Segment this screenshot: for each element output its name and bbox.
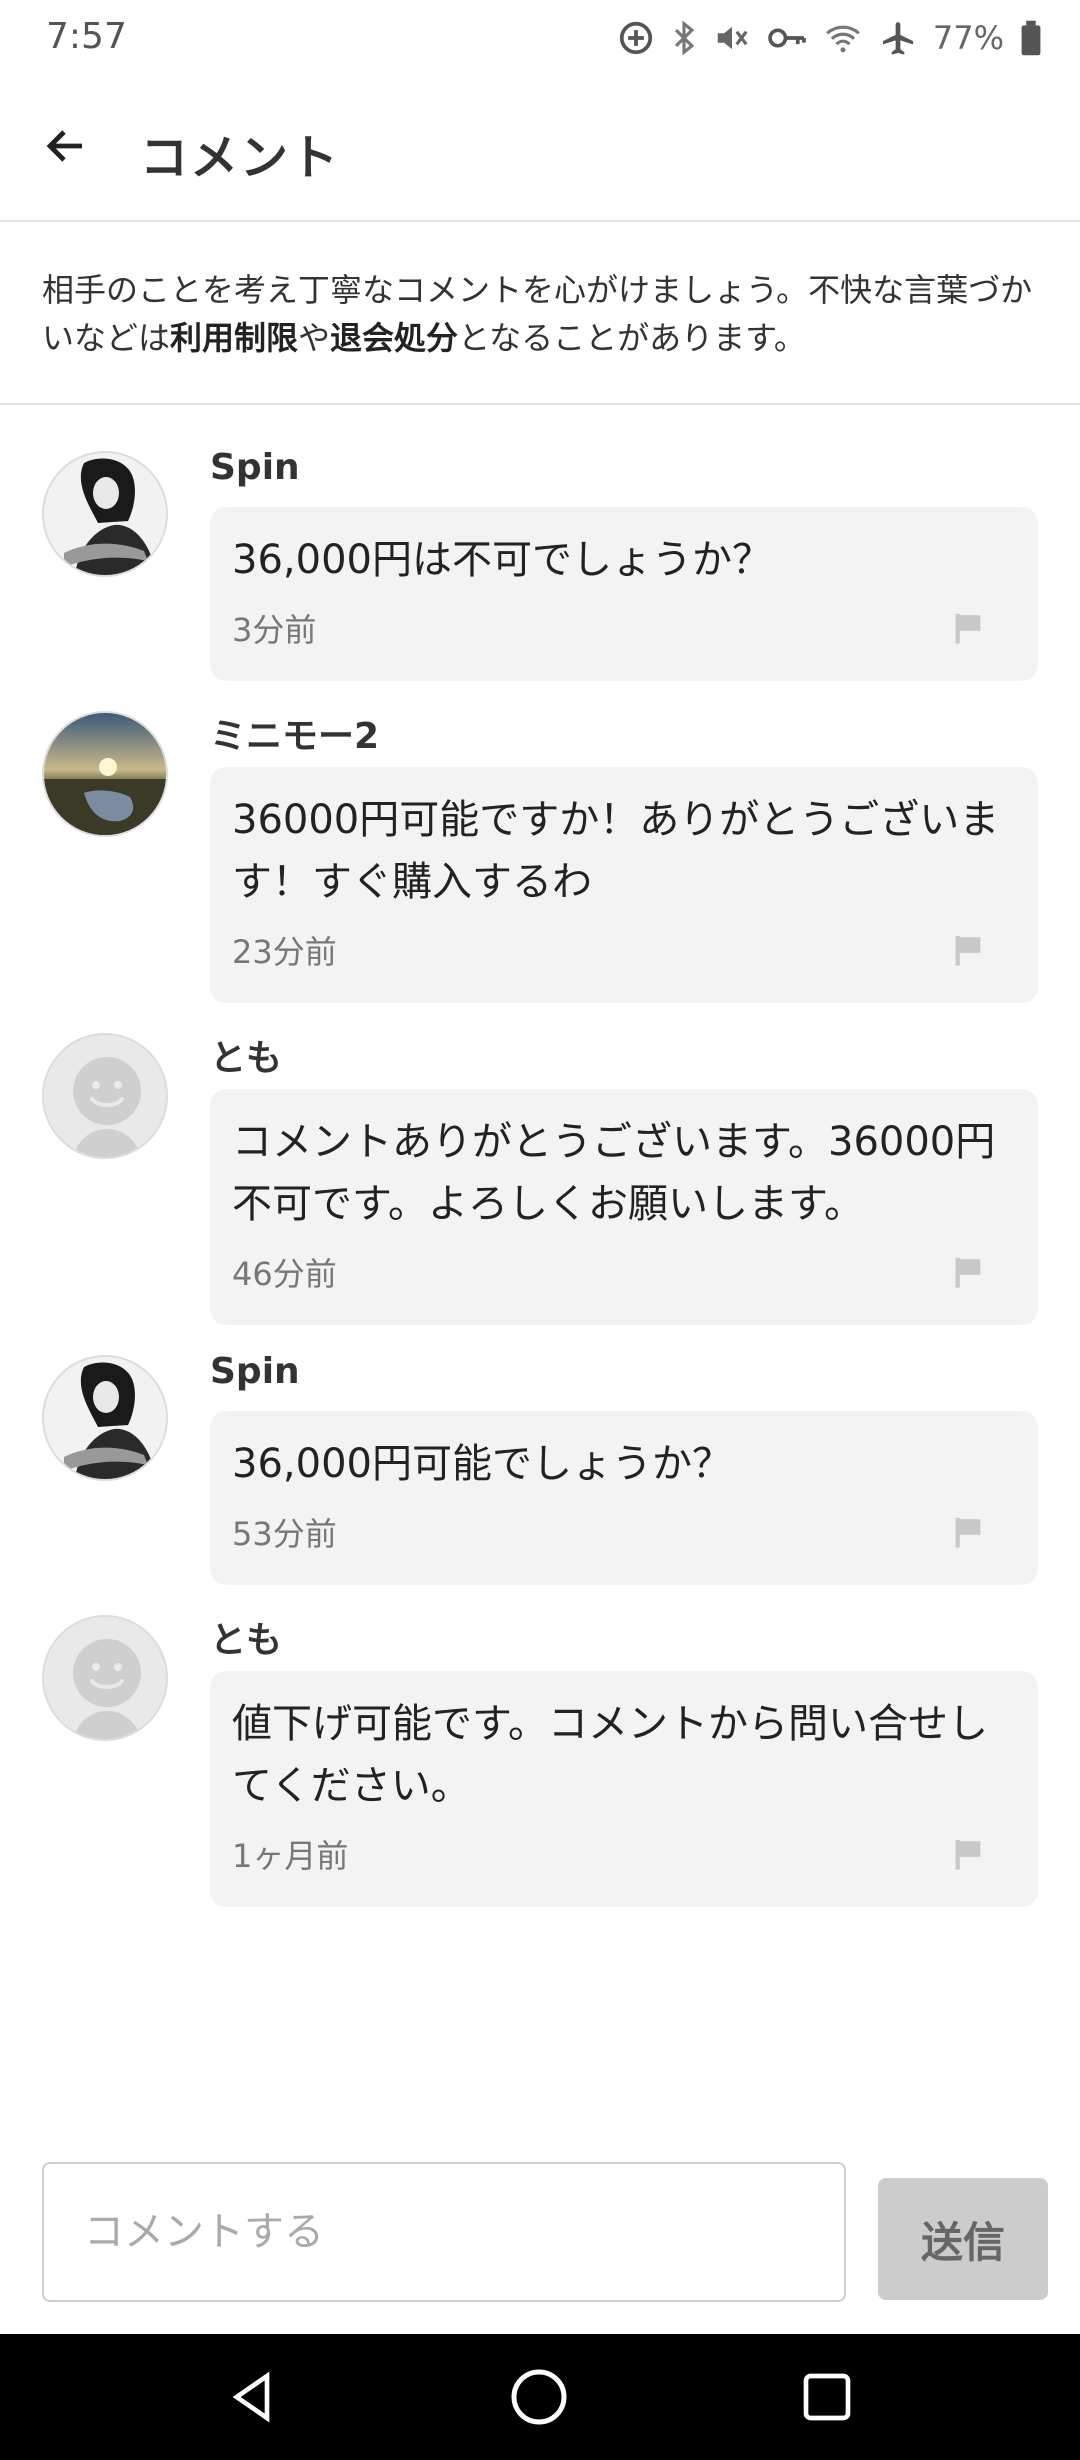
person-photo-icon xyxy=(44,453,166,575)
report-flag-icon[interactable] xyxy=(952,1837,986,1871)
comment-bubble: 36000円可能ですか！ありがとうございます！すぐ購入するわ 23分前 xyxy=(210,767,1038,1003)
avatar[interactable] xyxy=(42,711,168,837)
app-header: コメント xyxy=(0,78,1080,222)
nav-recents-button[interactable] xyxy=(794,2364,860,2430)
nav-home-button[interactable] xyxy=(506,2364,572,2430)
notice-bold-account-termination: 退会処分 xyxy=(330,319,459,357)
status-icons: 77% xyxy=(617,14,1042,62)
wifi-icon xyxy=(825,25,860,53)
comment-username[interactable]: とも xyxy=(210,1029,282,1081)
comment-time: 3分前 xyxy=(232,611,317,649)
report-flag-icon[interactable] xyxy=(952,611,986,645)
status-time: 7:57 xyxy=(46,16,127,57)
comment-time: 1ヶ月前 xyxy=(232,1837,349,1875)
comment-text: コメントありがとうございます。36000円不可です。よろしくお願いします。 xyxy=(232,1119,996,1227)
comment-text: 36,000円は不可でしょうか？ xyxy=(232,537,772,583)
comment-username[interactable]: とも xyxy=(210,1611,282,1663)
notice-text-2: や xyxy=(298,319,331,357)
avatar[interactable] xyxy=(42,1033,168,1159)
data-saver-icon xyxy=(619,21,653,55)
system-navigation-bar xyxy=(0,2334,1080,2460)
person-photo-icon xyxy=(44,1357,166,1479)
battery-percent: 77% xyxy=(932,19,1004,57)
comment-text: 値下げ可能です。コメントから問い合せしてください。 xyxy=(232,1701,988,1809)
report-flag-icon[interactable] xyxy=(952,933,986,967)
back-triangle-icon xyxy=(232,2371,270,2423)
comment-input[interactable] xyxy=(42,2162,846,2302)
recents-square-icon xyxy=(803,2373,851,2421)
comment-bubble: 値下げ可能です。コメントから問い合せしてください。 1ヶ月前 xyxy=(210,1671,1038,1907)
nav-back-button[interactable] xyxy=(220,2364,286,2430)
home-circle-icon xyxy=(511,2369,567,2425)
sunset-photo-icon xyxy=(44,713,166,835)
comment-username[interactable]: Spin xyxy=(210,1351,300,1392)
battery-icon xyxy=(1021,20,1041,56)
notice-text-3: となることがあります。 xyxy=(458,319,806,357)
bluetooth-icon xyxy=(674,20,695,56)
back-button[interactable] xyxy=(36,116,96,176)
comment-time: 46分前 xyxy=(232,1255,337,1293)
comment-time: 53分前 xyxy=(232,1515,337,1553)
comment-text: 36,000円可能でしょうか？ xyxy=(232,1441,732,1487)
arrow-left-icon xyxy=(46,130,82,162)
comment-time: 23分前 xyxy=(232,933,337,971)
avatar[interactable] xyxy=(42,1615,168,1741)
avatar[interactable] xyxy=(42,1355,168,1481)
comment-username[interactable]: ミニモー2 xyxy=(210,707,379,759)
status-bar: 7:57 77% xyxy=(0,0,1080,78)
comment-guideline-notice: 相手のことを考え丁寧なコメントを心がけましょう。不快な言葉づかいなどは利用制限や… xyxy=(0,222,1080,405)
report-flag-icon[interactable] xyxy=(952,1255,986,1289)
comment-compose-bar: 送信 xyxy=(0,2158,1080,2304)
comment-bubble: 36,000円は不可でしょうか？ 3分前 xyxy=(210,507,1038,681)
default-avatar-icon xyxy=(44,1617,166,1739)
comment-bubble: コメントありがとうございます。36000円不可です。よろしくお願いします。 46… xyxy=(210,1089,1038,1325)
comment-text: 36000円可能ですか！ありがとうございます！すぐ購入するわ xyxy=(232,797,1000,905)
comment-username[interactable]: Spin xyxy=(210,447,300,488)
avatar[interactable] xyxy=(42,451,168,577)
report-flag-icon[interactable] xyxy=(952,1515,986,1549)
airplane-icon xyxy=(882,22,913,55)
default-avatar-icon xyxy=(44,1035,166,1157)
vibrate-mute-icon xyxy=(717,26,748,50)
vpn-key-icon xyxy=(768,28,806,48)
send-button[interactable]: 送信 xyxy=(878,2178,1048,2300)
page-title: コメント xyxy=(140,130,341,186)
notice-bold-usage-restriction: 利用制限 xyxy=(170,319,299,357)
comment-bubble: 36,000円可能でしょうか？ 53分前 xyxy=(210,1411,1038,1585)
